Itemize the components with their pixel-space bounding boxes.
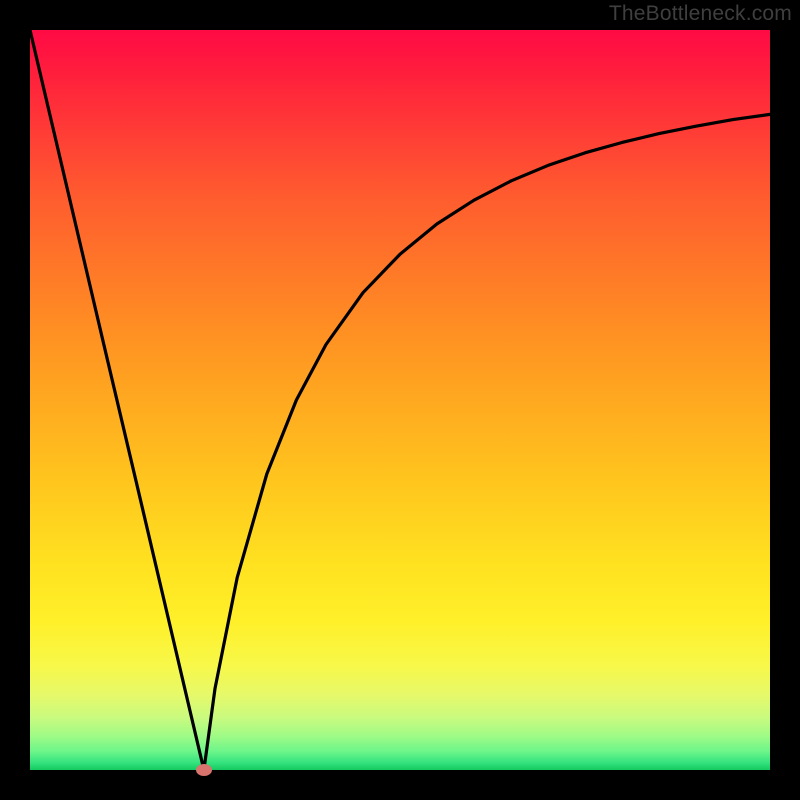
curve-svg xyxy=(30,30,770,770)
watermark-text: TheBottleneck.com xyxy=(609,2,792,26)
chart-frame: TheBottleneck.com xyxy=(0,0,800,800)
plot-area xyxy=(30,30,770,770)
min-point-marker xyxy=(196,764,212,776)
curve-path xyxy=(30,30,770,770)
